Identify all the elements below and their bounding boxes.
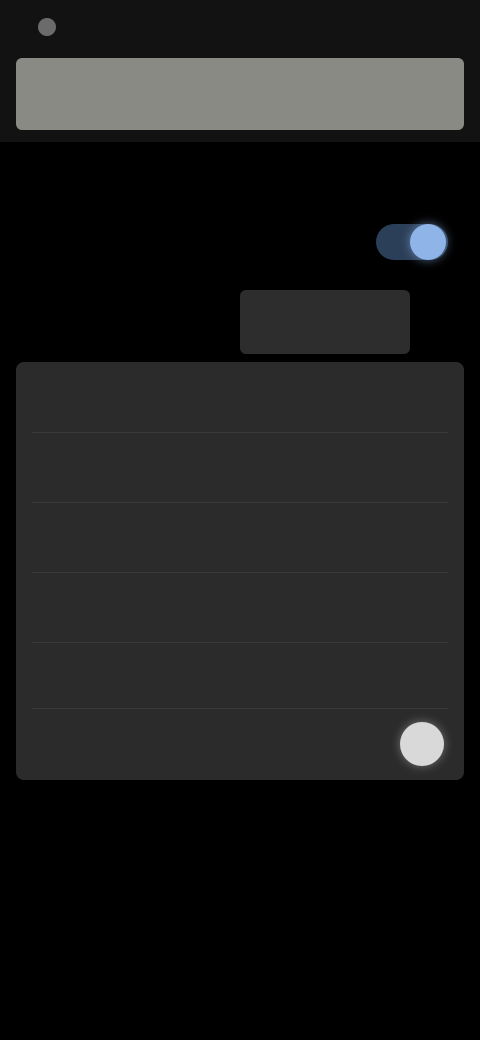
app-screen: [0, 0, 480, 1040]
segment-option-1[interactable]: [70, 290, 240, 354]
main-toggle-row[interactable]: [0, 214, 480, 270]
main-toggle-switch[interactable]: [376, 224, 448, 260]
bottom-toggle-row[interactable]: [16, 708, 464, 780]
list-item[interactable]: [16, 362, 464, 432]
segmented-control: [70, 290, 410, 354]
top-app-bar: [0, 48, 480, 142]
toggle-knob: [410, 224, 446, 260]
notification-icon: [38, 18, 56, 36]
list-item[interactable]: [16, 432, 464, 502]
search-bar[interactable]: [16, 58, 464, 130]
bottom-toggle-switch[interactable]: [400, 722, 444, 766]
status-bar: [0, 0, 480, 48]
list-item[interactable]: [16, 502, 464, 572]
settings-list: [16, 362, 464, 780]
list-item[interactable]: [16, 638, 464, 708]
segment-option-2[interactable]: [240, 290, 410, 354]
list-item[interactable]: [16, 572, 464, 642]
